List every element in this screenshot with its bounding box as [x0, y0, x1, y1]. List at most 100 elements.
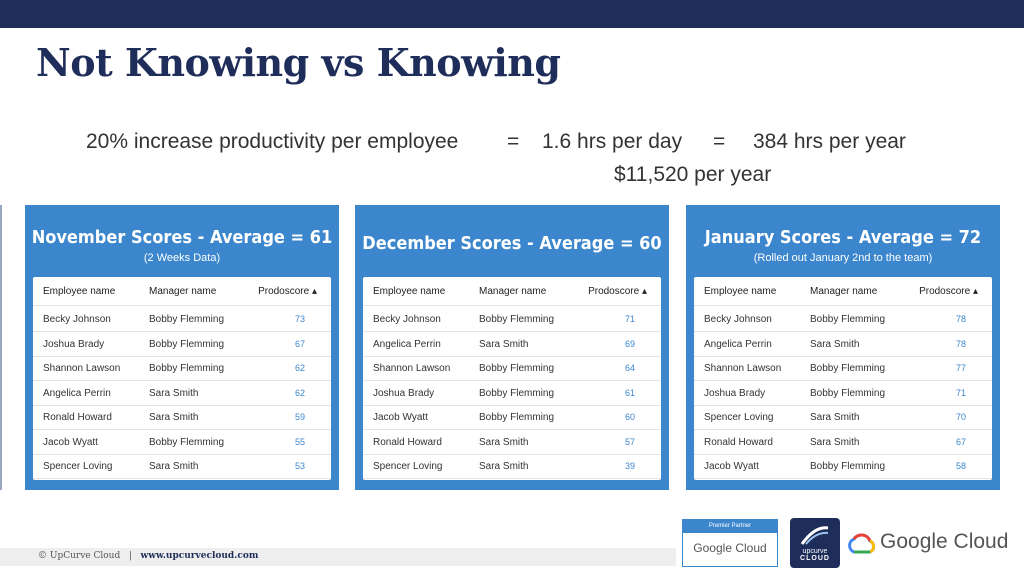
footer-url[interactable]: www.upcurvecloud.com [140, 551, 258, 561]
table-row[interactable]: Angelica Perrin Sara Smith 62 [33, 381, 331, 406]
table-row[interactable]: Joshua Brady Bobby Flemming 71 [694, 381, 992, 406]
equation-equals-2: = [713, 130, 726, 153]
upcurve-swoosh-icon [800, 526, 829, 545]
manager-name: Sara Smith [479, 338, 529, 350]
panel-header: January Scores - Average = 72 (Rolled out… [686, 205, 1000, 264]
table-row[interactable]: Jacob Wyatt Bobby Flemming 58 [694, 454, 992, 479]
employee-name: Spencer Loving [704, 412, 774, 423]
employee-name: Joshua Brady [704, 387, 766, 399]
manager-name: Bobby Flemming [810, 461, 886, 472]
manager-name: Sara Smith [479, 461, 529, 472]
employee-name: Jacob Wyatt [704, 461, 759, 472]
employee-name: Shannon Lawson [704, 363, 782, 374]
score-panel-2: January Scores - Average = 72 (Rolled out… [686, 205, 1000, 490]
table-row[interactable]: Spencer Loving Sara Smith 39 [363, 454, 661, 479]
table-row[interactable]: Ronald Howard Sara Smith 59 [33, 405, 331, 430]
employee-name: Jacob Wyatt [373, 412, 428, 423]
table-row[interactable]: Joshua Brady Bobby Flemming 61 [363, 381, 661, 406]
manager-name-header: Manager name [479, 286, 547, 297]
table-row[interactable]: Ronald Howard Sara Smith 67 [694, 430, 992, 455]
panel-header: December Scores - Average = 60 [355, 205, 669, 254]
google-cloud-text: Google Cloud [880, 530, 1009, 553]
scores-table: Employee name Manager name Prodoscore ▴ Bec… [33, 277, 331, 480]
manager-name: Bobby Flemming [149, 436, 225, 448]
equation-part-hours-day: 1.6 hrs per day [542, 130, 683, 153]
employee-name: Ronald Howard [43, 412, 112, 423]
manager-name: Bobby Flemming [479, 363, 555, 374]
upcurve-line1: upcurve [802, 548, 828, 555]
prodoscore-value: 69 [624, 338, 635, 349]
prodoscore-value: 60 [624, 412, 635, 422]
manager-name: Sara Smith [149, 412, 199, 423]
employee-name: Joshua Brady [43, 338, 105, 350]
prodoscore-value: 57 [624, 436, 635, 447]
manager-name: Bobby Flemming [810, 363, 886, 374]
panel-title: November Scores - Average = 61 [31, 227, 333, 248]
prodoscore-header[interactable]: Prodoscore ▴ [919, 286, 978, 297]
table-row[interactable]: Shannon Lawson Bobby Flemming 77 [694, 356, 992, 381]
employee-name: Ronald Howard [704, 436, 773, 448]
employee-name: Becky Johnson [704, 314, 772, 325]
table-row[interactable]: Angelica Perrin Sara Smith 69 [363, 332, 661, 357]
table-row[interactable]: Spencer Loving Sara Smith 70 [694, 405, 992, 430]
table-row[interactable]: Jacob Wyatt Bobby Flemming 60 [363, 405, 661, 430]
manager-name: Bobby Flemming [479, 314, 555, 325]
prodoscore-header[interactable]: Prodoscore ▴ [258, 286, 317, 297]
table-row[interactable]: Becky Johnson Bobby Flemming 78 [694, 307, 992, 332]
employee-name: Spencer Loving [43, 461, 113, 472]
employee-name-header: Employee name [43, 286, 116, 297]
prodoscore-header[interactable]: Prodoscore ▴ [588, 286, 647, 297]
prodoscore-value: 55 [294, 436, 305, 447]
footer-copyright: © UpCurve Cloud [38, 551, 121, 561]
employee-name: Ronald Howard [373, 436, 442, 448]
prodoscore-value: 78 [955, 314, 966, 324]
table-row[interactable]: Jacob Wyatt Bobby Flemming 55 [33, 430, 331, 455]
table-row[interactable]: Ronald Howard Sara Smith 57 [363, 430, 661, 455]
prodoscore-value: 78 [955, 338, 966, 349]
equation-equals-1: = [507, 130, 520, 153]
top-banner [0, 0, 1024, 28]
manager-name: Sara Smith [479, 436, 529, 448]
premier-partner-badge: Premier Partner Google Cloud [682, 519, 778, 567]
table-row[interactable]: Shannon Lawson Bobby Flemming 62 [33, 356, 331, 381]
left-edge-divider [0, 205, 2, 490]
manager-name: Bobby Flemming [810, 387, 886, 399]
manager-name: Sara Smith [810, 436, 860, 448]
google-cloud-icon [848, 533, 876, 554]
panel-header: November Scores - Average = 61 (2 Weeks D… [25, 205, 339, 264]
table-row[interactable]: Becky Johnson Bobby Flemming 71 [363, 307, 661, 332]
table-row[interactable]: Becky Johnson Bobby Flemming 73 [33, 307, 331, 332]
manager-name: Sara Smith [810, 338, 860, 350]
table-row[interactable]: Shannon Lawson Bobby Flemming 64 [363, 356, 661, 381]
footer: © UpCurve Cloud | www.upcurvecloud.com [38, 551, 258, 561]
score-panel-1: December Scores - Average = 60 Employee n… [355, 205, 669, 490]
prodoscore-value: 39 [624, 461, 635, 471]
score-panel-0: November Scores - Average = 61 (2 Weeks D… [25, 205, 339, 490]
manager-name: Bobby Flemming [149, 338, 225, 350]
manager-name: Sara Smith [149, 461, 199, 472]
table-row[interactable]: Joshua Brady Bobby Flemming 67 [33, 332, 331, 357]
prodoscore-value: 70 [955, 412, 966, 422]
equation-part-hours-year: 384 hrs per year [753, 130, 906, 153]
footer-separator: | [128, 551, 132, 561]
prodoscore-value: 61 [624, 387, 635, 398]
prodoscore-value: 73 [294, 314, 305, 324]
table-header: Employee name Manager name Prodoscore ▴ [33, 277, 331, 306]
employee-name-header: Employee name [704, 286, 777, 297]
employee-name: Jacob Wyatt [43, 436, 98, 448]
prodoscore-value: 77 [955, 363, 966, 373]
employee-name: Shannon Lawson [373, 363, 451, 374]
badge-bottom-text: Google Cloud [693, 541, 767, 555]
prodoscore-value: 62 [294, 387, 305, 398]
table-row[interactable]: Spencer Loving Sara Smith 53 [33, 454, 331, 479]
manager-name: Bobby Flemming [479, 387, 555, 399]
prodoscore-value: 67 [294, 338, 305, 349]
prodoscore-value: 67 [955, 436, 966, 447]
manager-name: Bobby Flemming [149, 314, 225, 325]
table-row[interactable]: Angelica Perrin Sara Smith 78 [694, 332, 992, 357]
scores-table: Employee name Manager name Prodoscore ▴ Bec… [363, 277, 661, 480]
table-header: Employee name Manager name Prodoscore ▴ [363, 277, 661, 306]
employee-name: Spencer Loving [373, 461, 443, 472]
manager-name-header: Manager name [810, 286, 878, 297]
panel-title: January Scores - Average = 72 [704, 227, 982, 248]
